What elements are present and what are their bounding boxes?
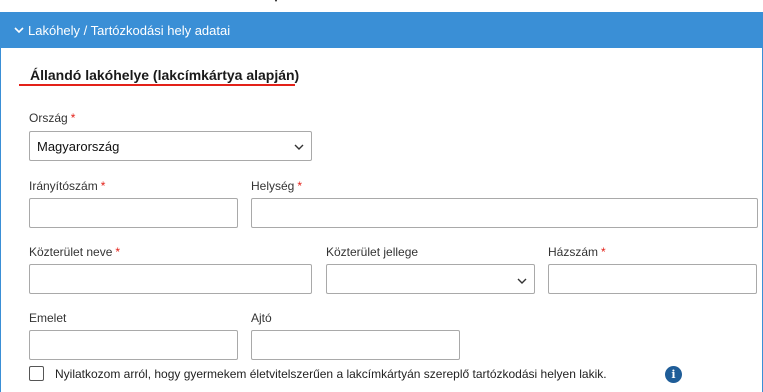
door-label: Ajtó (251, 311, 272, 325)
street-name-label-text: Közterület neve (29, 245, 113, 259)
zip-label-text: Irányítószám (29, 179, 98, 193)
required-marker: * (115, 245, 121, 259)
zip-label: Irányítószám * (29, 179, 105, 193)
chevron-down-icon (294, 144, 304, 150)
city-label-text: Helység (251, 179, 295, 193)
info-glyph: i (671, 368, 676, 381)
required-marker: * (70, 111, 76, 125)
street-name-label: Közterület neve * (29, 245, 120, 259)
chevron-down-icon (517, 278, 527, 284)
city-label: Helység * (251, 179, 302, 193)
declaration-checkbox[interactable] (29, 366, 44, 381)
floor-label: Emelet (29, 311, 66, 325)
zip-input[interactable] (29, 198, 238, 228)
required-marker: * (297, 179, 303, 193)
house-number-label-text: Házszám (548, 245, 599, 259)
country-label: Ország * (29, 111, 75, 125)
chevron-down-icon (13, 24, 25, 36)
country-label-text: Ország (29, 111, 68, 125)
country-select-value: Magyarország (37, 138, 120, 154)
country-select[interactable]: Magyarország (29, 131, 312, 161)
floor-label-text: Emelet (29, 311, 67, 325)
floor-input[interactable] (29, 330, 238, 360)
cropped-glyph (274, 0, 278, 3)
info-icon[interactable]: i (665, 366, 682, 383)
panel-title: Lakóhely / Tartózkodási hely adatai (28, 22, 231, 38)
city-input[interactable] (251, 198, 758, 228)
house-number-input[interactable] (548, 264, 757, 294)
declaration-text: Nyilatkozom arról, hogy gyermekem életvi… (55, 367, 607, 381)
door-input[interactable] (251, 330, 460, 360)
street-name-input[interactable] (29, 264, 312, 294)
door-label-text: Ajtó (251, 311, 272, 325)
top-cropped-strip (0, 0, 763, 12)
required-marker: * (100, 179, 106, 193)
street-type-label: Közterület jellege (326, 245, 418, 259)
panel-header[interactable]: Lakóhely / Tartózkodási hely adatai (1, 12, 762, 48)
house-number-label: Házszám * (548, 245, 606, 259)
section-title: Állandó lakóhelye (lakcímkártya alapján) (30, 67, 300, 83)
street-type-select[interactable] (326, 264, 535, 294)
section-title-underline (19, 84, 295, 86)
required-marker: * (601, 245, 606, 259)
street-type-label-text: Közterület jellege (326, 245, 419, 259)
